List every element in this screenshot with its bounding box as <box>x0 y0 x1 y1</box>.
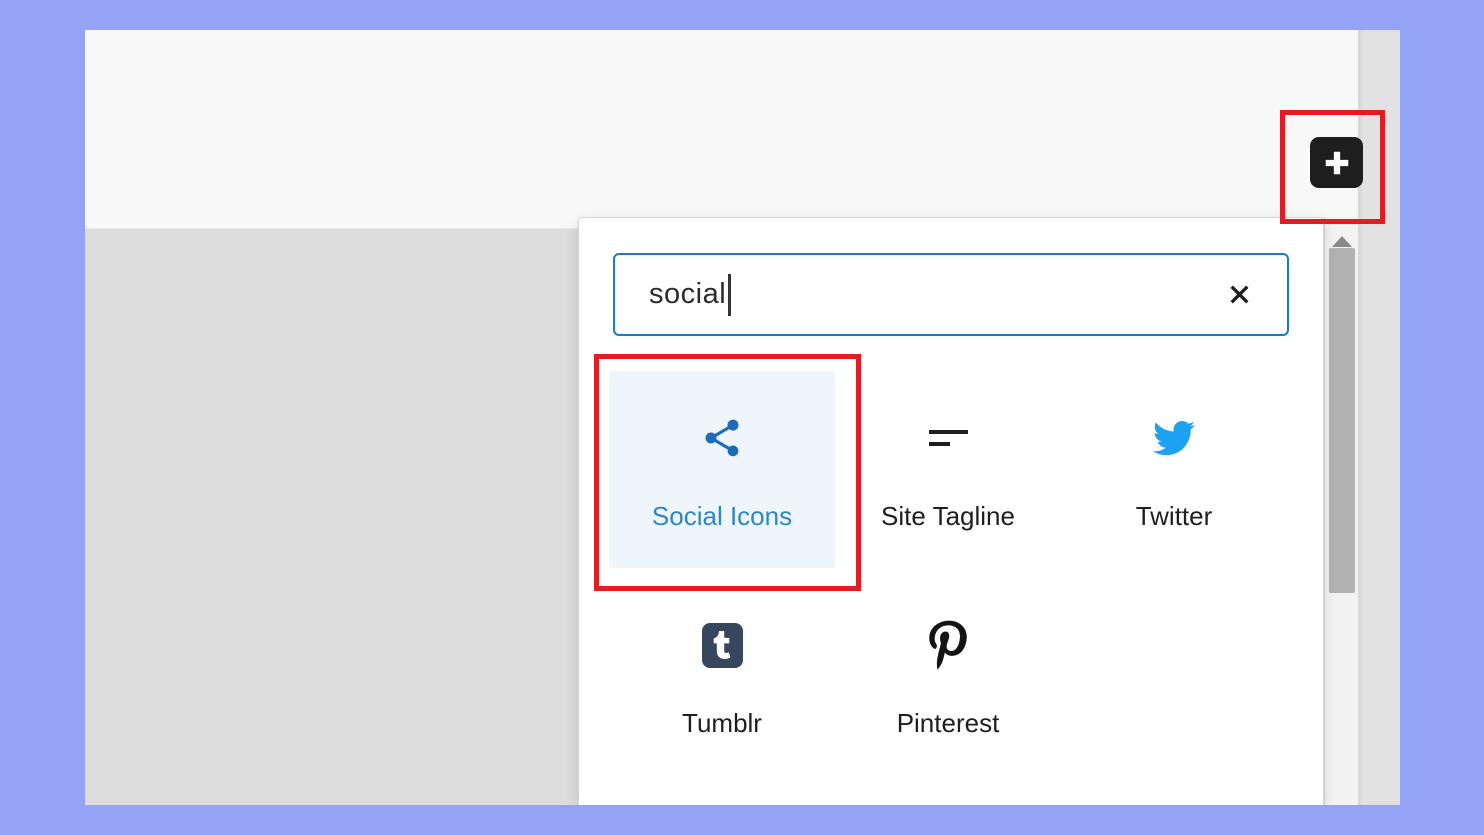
block-item-pinterest[interactable]: Pinterest <box>835 578 1061 775</box>
x-icon <box>1227 282 1252 307</box>
scroll-up-button[interactable] <box>1325 217 1358 247</box>
text-cursor <box>728 274 731 316</box>
site-tagline-icon <box>929 430 968 446</box>
add-block-button[interactable] <box>1310 137 1363 188</box>
scrollbar[interactable] <box>1324 217 1359 805</box>
block-search-input[interactable]: social <box>613 253 1289 336</box>
block-results-grid: Social Icons Site Tagline <box>609 371 1287 775</box>
block-item-label: Twitter <box>1136 501 1213 532</box>
browser-viewport: social Soci <box>85 30 1400 805</box>
tumblr-icon <box>702 623 743 668</box>
block-item-label: Social Icons <box>652 501 792 532</box>
block-item-social-icons[interactable]: Social Icons <box>609 371 835 568</box>
block-item-twitter[interactable]: Twitter <box>1061 371 1287 568</box>
block-item-label: Site Tagline <box>881 501 1015 532</box>
editor-header-area <box>85 30 1400 228</box>
window-edge-strip <box>1358 30 1400 805</box>
empty-grid-cell <box>1061 578 1287 775</box>
pinterest-icon <box>929 620 967 670</box>
block-item-label: Pinterest <box>897 708 1000 739</box>
scrollbar-thumb[interactable] <box>1329 248 1355 593</box>
search-input-value: social <box>649 278 726 311</box>
plus-icon <box>1319 145 1355 181</box>
block-inserter-popover: social Soci <box>578 217 1324 805</box>
block-item-site-tagline[interactable]: Site Tagline <box>835 371 1061 568</box>
twitter-bird-icon <box>1149 417 1199 459</box>
page-background: { "toolbar": { "add_block_button": { "ic… <box>0 0 1484 835</box>
share-icon <box>700 416 744 460</box>
triangle-up-icon <box>1332 236 1352 247</box>
block-item-tumblr[interactable]: Tumblr <box>609 578 835 775</box>
block-item-label: Tumblr <box>682 708 762 739</box>
clear-search-button[interactable] <box>1219 275 1259 315</box>
